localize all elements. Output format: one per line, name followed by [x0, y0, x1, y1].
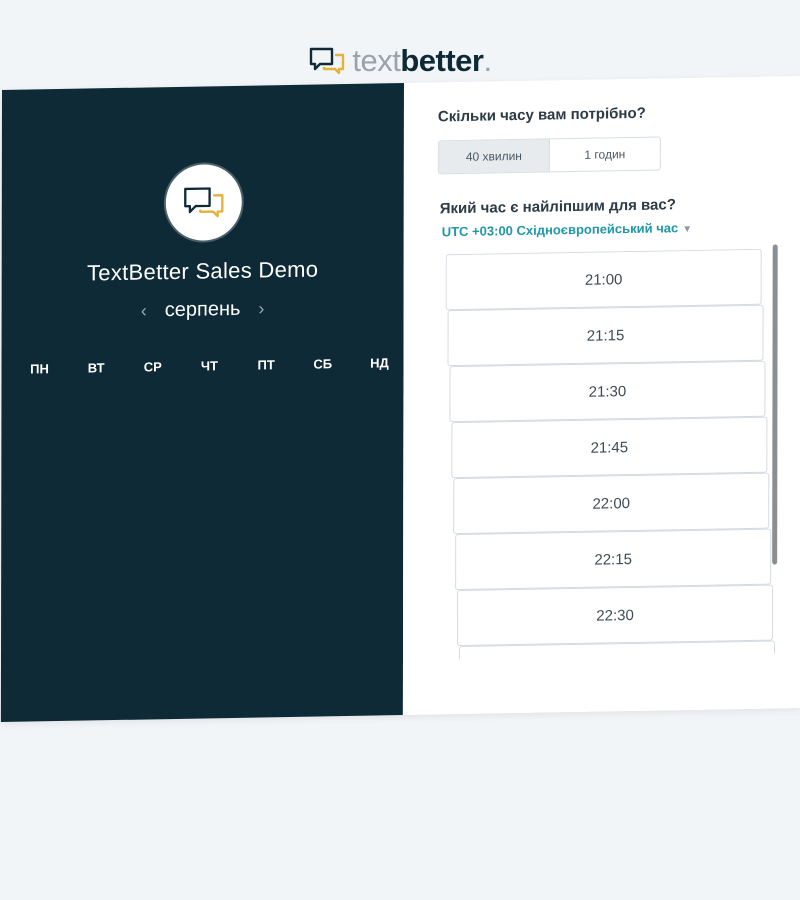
- duration-question: Скільки часу вам потрібно?: [437, 104, 646, 126]
- booking-card: TextBetter Sales Demo ‹ серпень › ПН ВТ …: [0, 76, 800, 723]
- slot-list-scrollbar[interactable]: [772, 244, 778, 565]
- chat-bubbles-icon: [310, 47, 345, 75]
- timezone-label: UTC +03:00 Східноєвропейський час: [441, 220, 679, 240]
- caret-down-icon: ▼: [682, 223, 693, 236]
- duration-option-40min[interactable]: 40 хвилин: [438, 139, 550, 174]
- time-slot-list: 21:00 21:15 21:30 21:45 22:00 22:15 22:3…: [445, 248, 776, 660]
- time-slot[interactable]: 22:30: [457, 584, 774, 647]
- event-title: TextBetter Sales Demo: [86, 256, 319, 286]
- weekday-sun: НД: [370, 355, 389, 371]
- time-slot[interactable]: 22:15: [455, 528, 772, 591]
- chat-bubbles-icon: [184, 187, 224, 218]
- weekday-fri: ПТ: [257, 357, 275, 373]
- brand-text-bold: better: [400, 43, 484, 78]
- weekday-mon: ПН: [30, 361, 49, 377]
- event-avatar: [165, 163, 242, 242]
- timezone-selector[interactable]: UTC +03:00 Східноєвропейський час ▼: [442, 220, 692, 239]
- event-panel: TextBetter Sales Demo ‹ серпень › ПН ВТ …: [0, 82, 404, 723]
- chevron-right-icon[interactable]: ›: [258, 298, 264, 319]
- time-slot[interactable]: 21:45: [451, 416, 768, 479]
- time-slot[interactable]: 21:00: [445, 248, 762, 311]
- duration-toggle: 40 хвилин 1 годин: [437, 136, 661, 175]
- weekday-thu: ЧТ: [200, 358, 219, 374]
- chevron-left-icon[interactable]: ‹: [141, 300, 147, 321]
- time-slot[interactable]: 21:15: [447, 304, 764, 367]
- weekday-sat: СБ: [313, 356, 333, 372]
- duration-option-1h[interactable]: 1 годин: [550, 138, 660, 172]
- brand-dot: .: [483, 43, 492, 78]
- weekday-header: ПН ВТ СР ЧТ ПТ СБ НД: [19, 355, 399, 377]
- month-navigation: ‹ серпень ›: [2, 295, 404, 325]
- time-selection-panel: Скільки часу вам потрібно? 40 хвилин 1 г…: [402, 76, 800, 716]
- time-slot[interactable]: 22:00: [453, 472, 770, 535]
- month-label: серпень: [164, 297, 241, 322]
- textbetter-logo: textbetter.: [308, 43, 492, 79]
- time-slot[interactable]: 21:30: [449, 360, 766, 423]
- weekday-tue: ВТ: [87, 360, 105, 376]
- brand-text-light: text: [352, 43, 401, 78]
- time-question: Який час є найліпшим для вас?: [439, 196, 676, 218]
- weekday-wed: СР: [143, 359, 162, 375]
